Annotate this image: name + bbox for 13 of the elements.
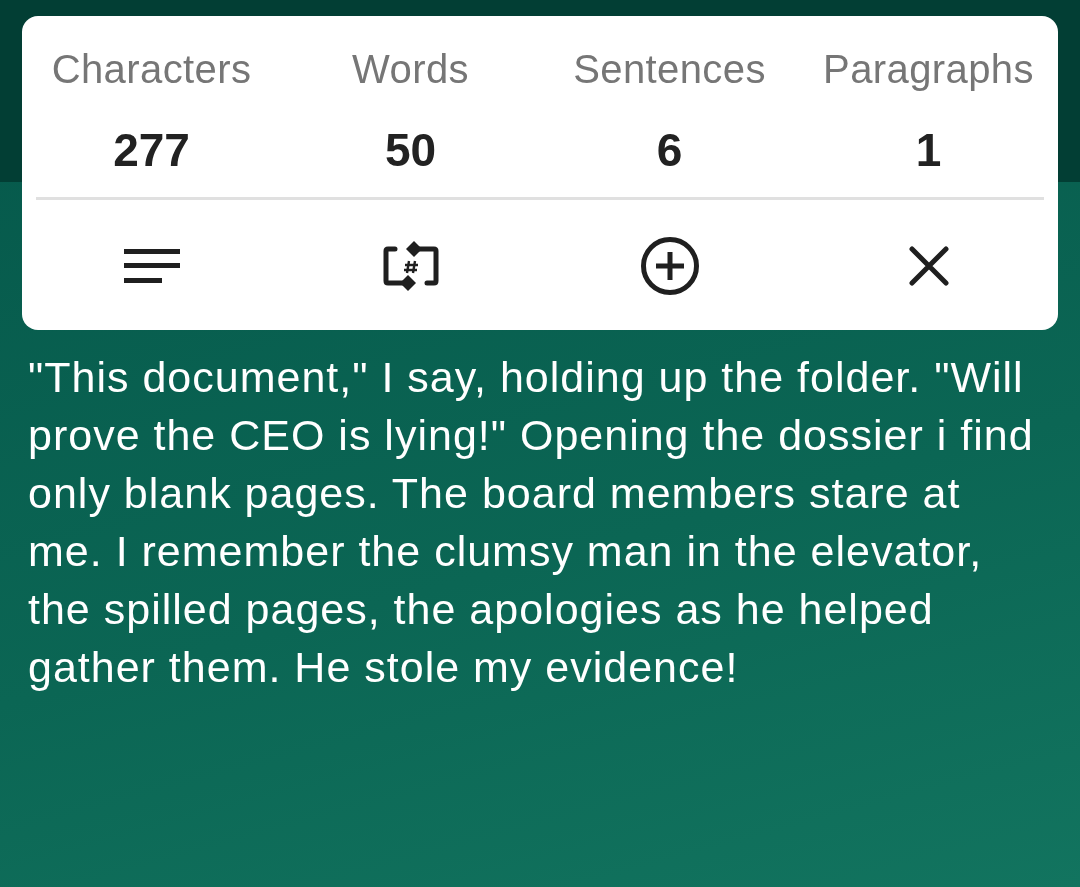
close-icon [908,246,949,286]
stat-label: Sentences [572,46,767,93]
stat-label: Characters [50,46,253,93]
stat-value: 277 [112,124,191,176]
stat-value: 6 [655,124,684,176]
hash-swap-icon [382,238,439,294]
stat-label: Paragraphs [822,46,1035,93]
stat-value: 50 [383,124,438,176]
lines-icon [123,249,180,283]
story-text: "This document," I say, holding up the folder. "Will prove the CEO is lying!" Opening the dossier i find only blank pages. The board members stare at me. I remember the clumsy man in the elevator, the spilled pages, the apologies as he helped gather them. He stole my evidence! [28,352,1035,693]
stat-label: Words [351,46,470,93]
add-icon [640,237,699,295]
stat-value: 1 [914,124,943,176]
